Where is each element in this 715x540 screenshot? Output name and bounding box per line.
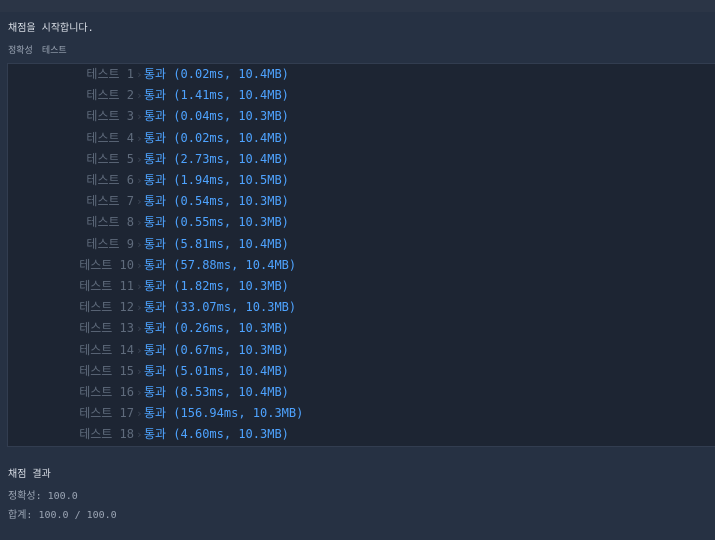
test-result: 통과 (4.60ms, 10.3MB): [144, 427, 289, 442]
test-row: 테스트 16 › 통과 (8.53ms, 10.4MB): [8, 382, 708, 403]
test-row: 테스트 15 › 통과 (5.01ms, 10.4MB): [8, 361, 708, 382]
test-row: 테스트 3 › 통과 (0.04ms, 10.3MB): [8, 106, 708, 127]
chevron-right-icon: ›: [136, 343, 143, 357]
test-result: 통과 (33.07ms, 10.3MB): [144, 300, 297, 315]
test-row: 테스트 4 › 통과 (0.02ms, 10.4MB): [8, 128, 708, 149]
chevron-right-icon: ›: [136, 131, 143, 145]
test-name: 테스트 17: [79, 406, 134, 421]
test-row: 테스트 18 › 통과 (4.60ms, 10.3MB): [8, 424, 708, 445]
test-row: 테스트 9 › 통과 (5.81ms, 10.4MB): [8, 234, 708, 255]
test-row: 테스트 11 › 통과 (1.82ms, 10.3MB): [8, 276, 708, 297]
test-name: 테스트 9: [86, 236, 134, 251]
test-row: 테스트 10 › 통과 (57.88ms, 10.4MB): [8, 255, 708, 276]
test-result: 통과 (156.94ms, 10.3MB): [144, 406, 304, 421]
accuracy-score: 정확성: 100.0: [8, 491, 78, 502]
test-name: 테스트 12: [79, 300, 134, 315]
section-label: 정확성 테스트: [8, 45, 67, 57]
test-result: 통과 (0.26ms, 10.3MB): [144, 321, 289, 336]
test-name: 테스트 2: [86, 88, 134, 103]
test-result: 통과 (2.73ms, 10.4MB): [144, 151, 289, 166]
test-row: 테스트 6 › 통과 (1.94ms, 10.5MB): [8, 170, 708, 191]
chevron-right-icon: ›: [136, 174, 143, 187]
test-name: 테스트 4: [86, 130, 134, 145]
test-name: 테스트 18: [79, 427, 134, 442]
test-name: 테스트 10: [79, 257, 134, 272]
test-row: 테스트 5 › 통과 (2.73ms, 10.4MB): [8, 149, 708, 170]
test-name: 테스트 7: [86, 194, 134, 209]
total-score: 합계: 100.0 / 100.0: [8, 510, 117, 521]
test-name: 테스트 8: [86, 215, 134, 230]
test-name: 테스트 5: [86, 151, 134, 166]
chevron-right-icon: ›: [136, 322, 143, 336]
test-name: 테스트 1: [86, 67, 134, 81]
chevron-right-icon: ›: [136, 364, 143, 378]
test-result: 통과 (0.02ms, 10.4MB): [144, 130, 289, 145]
chevron-right-icon: ›: [136, 301, 143, 315]
chevron-right-icon: ›: [136, 152, 143, 166]
chevron-right-icon: ›: [136, 407, 143, 421]
test-name: 테스트 14: [79, 342, 134, 357]
test-result: 통과 (0.67ms, 10.3MB): [144, 342, 289, 357]
test-row: 테스트 7 › 통과 (0.54ms, 10.3MB): [8, 191, 708, 212]
test-result: 통과 (5.81ms, 10.4MB): [144, 236, 289, 251]
chevron-right-icon: ›: [136, 216, 143, 230]
test-name: 테스트 16: [79, 385, 134, 399]
test-name: 테스트 6: [86, 173, 134, 187]
chevron-right-icon: ›: [136, 428, 143, 442]
test-result: 통과 (1.94ms, 10.5MB): [144, 173, 289, 187]
test-name: 테스트 13: [79, 321, 134, 336]
chevron-right-icon: ›: [136, 237, 143, 251]
test-result: 통과 (0.04ms, 10.3MB): [144, 109, 289, 124]
chevron-right-icon: ›: [136, 195, 143, 209]
chevron-right-icon: ›: [136, 89, 143, 103]
section-label-test: 테스트: [41, 46, 67, 56]
chevron-right-icon: ›: [136, 258, 143, 272]
test-row: 테스트 14 › 통과 (0.67ms, 10.3MB): [8, 340, 708, 361]
test-result: 통과 (0.55ms, 10.3MB): [144, 215, 289, 230]
test-row: 테스트 1 › 통과 (0.02ms, 10.4MB): [8, 64, 708, 85]
top-strip: [0, 0, 715, 12]
test-result: 통과 (1.41ms, 10.4MB): [144, 88, 289, 103]
test-result: 통과 (0.02ms, 10.4MB): [144, 67, 289, 81]
test-row: 테스트 2 › 통과 (1.41ms, 10.4MB): [8, 85, 708, 106]
test-row: 테스트 17 › 통과 (156.94ms, 10.3MB): [8, 403, 708, 424]
test-result: 통과 (5.01ms, 10.4MB): [144, 363, 289, 378]
test-name: 테스트 3: [86, 109, 134, 124]
test-results-panel[interactable]: 테스트 1 › 통과 (0.02ms, 10.4MB) 테스트 2 › 통과 (1.41m…: [7, 63, 715, 447]
grading-start-message: 채점을 시작합니다.: [8, 23, 94, 34]
test-row: 테스트 13 › 통과 (0.26ms, 10.3MB): [8, 318, 708, 339]
section-label-accuracy: 정확성: [8, 46, 33, 56]
test-result: 통과 (1.82ms, 10.3MB): [144, 279, 289, 293]
test-row: 테스트 8 › 통과 (0.55ms, 10.3MB): [8, 212, 708, 233]
test-result: 통과 (0.54ms, 10.3MB): [144, 194, 289, 209]
test-result: 통과 (8.53ms, 10.4MB): [144, 385, 289, 399]
chevron-right-icon: ›: [136, 110, 143, 124]
chevron-right-icon: ›: [136, 280, 143, 293]
test-row: 테스트 12 › 통과 (33.07ms, 10.3MB): [8, 297, 708, 318]
chevron-right-icon: ›: [136, 68, 143, 81]
test-name: 테스트 15: [79, 363, 134, 378]
test-name: 테스트 11: [79, 279, 134, 293]
grading-result-title: 채점 결과: [8, 469, 51, 480]
test-result: 통과 (57.88ms, 10.4MB): [144, 257, 297, 272]
chevron-right-icon: ›: [136, 386, 143, 399]
